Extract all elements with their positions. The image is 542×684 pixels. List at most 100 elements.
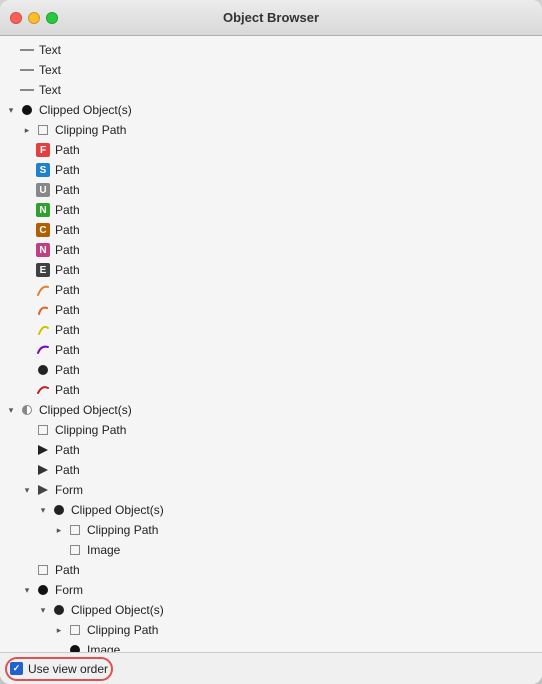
list-item[interactable]: Path	[0, 560, 542, 580]
list-item[interactable]: Image	[0, 640, 542, 652]
item-icon	[66, 641, 84, 652]
item-icon: U	[34, 181, 52, 199]
minimize-button[interactable]	[28, 12, 40, 24]
list-item[interactable]: Clipped Object(s)	[0, 100, 542, 120]
item-label: Form	[55, 483, 83, 497]
item-label: Path	[55, 203, 80, 217]
item-label: Path	[55, 183, 80, 197]
list-item[interactable]: Path	[0, 440, 542, 460]
item-icon	[34, 481, 52, 499]
list-item[interactable]: Clipped Object(s)	[0, 400, 542, 420]
list-item[interactable]: Path	[0, 460, 542, 480]
item-label: Clipped Object(s)	[39, 103, 132, 117]
item-icon	[18, 101, 36, 119]
item-icon	[34, 321, 52, 339]
list-item[interactable]: Clipped Object(s)	[0, 500, 542, 520]
list-item[interactable]: Form	[0, 580, 542, 600]
list-item[interactable]: Image	[0, 540, 542, 560]
item-label: Path	[55, 463, 80, 477]
item-label: Clipped Object(s)	[39, 403, 132, 417]
item-icon	[34, 341, 52, 359]
list-item[interactable]: N Path	[0, 200, 542, 220]
item-icon	[34, 121, 52, 139]
item-label: Path	[55, 263, 80, 277]
item-icon	[18, 81, 36, 99]
item-label: Text	[39, 63, 61, 77]
item-label: Path	[55, 383, 80, 397]
item-icon	[66, 621, 84, 639]
list-item[interactable]: N Path	[0, 240, 542, 260]
item-label: Image	[87, 643, 120, 652]
toggle-icon[interactable]	[20, 583, 34, 597]
item-icon: E	[34, 261, 52, 279]
list-item[interactable]: E Path	[0, 260, 542, 280]
toggle-icon[interactable]	[36, 603, 50, 617]
item-icon	[66, 521, 84, 539]
item-label: Path	[55, 563, 80, 577]
item-label: Text	[39, 83, 61, 97]
item-icon	[34, 441, 52, 459]
titlebar: Object Browser	[0, 0, 542, 36]
list-item[interactable]: Clipping Path	[0, 620, 542, 640]
close-button[interactable]	[10, 12, 22, 24]
item-icon	[18, 401, 36, 419]
list-item[interactable]: Text	[0, 80, 542, 100]
list-item[interactable]: Clipping Path	[0, 520, 542, 540]
toggle-icon[interactable]	[4, 103, 18, 117]
list-item[interactable]: Form	[0, 480, 542, 500]
list-item[interactable]: Clipped Object(s)	[0, 600, 542, 620]
toggle-icon[interactable]	[52, 523, 66, 537]
item-label: Form	[55, 583, 83, 597]
item-icon	[50, 601, 68, 619]
item-label: Clipping Path	[87, 523, 158, 537]
item-label: Path	[55, 443, 80, 457]
item-icon	[34, 561, 52, 579]
item-label: Clipping Path	[55, 423, 126, 437]
list-item[interactable]: Path	[0, 360, 542, 380]
list-item[interactable]: Clipping Path	[0, 120, 542, 140]
toggle-icon[interactable]	[52, 623, 66, 637]
item-label: Text	[39, 43, 61, 57]
toggle-icon[interactable]	[36, 503, 50, 517]
list-item[interactable]: Path	[0, 380, 542, 400]
list-item[interactable]: Path	[0, 320, 542, 340]
maximize-button[interactable]	[46, 12, 58, 24]
use-view-order-checkbox[interactable]	[10, 662, 23, 675]
list-item[interactable]: Path	[0, 300, 542, 320]
use-view-order-checkbox-wrap[interactable]: Use view order	[10, 662, 108, 676]
window-title: Object Browser	[223, 10, 319, 25]
object-browser-window: Object Browser Text Text Text	[0, 0, 542, 684]
item-icon: N	[34, 241, 52, 259]
item-label: Path	[55, 243, 80, 257]
toggle-icon[interactable]	[20, 483, 34, 497]
list-item[interactable]: S Path	[0, 160, 542, 180]
list-item[interactable]: Text	[0, 40, 542, 60]
item-label: Clipped Object(s)	[71, 603, 164, 617]
item-label: Clipping Path	[87, 623, 158, 637]
item-label: Path	[55, 143, 80, 157]
list-item[interactable]: F Path	[0, 140, 542, 160]
item-icon	[34, 301, 52, 319]
item-icon	[34, 421, 52, 439]
list-item[interactable]: Path	[0, 280, 542, 300]
list-item[interactable]: Path	[0, 340, 542, 360]
content-area: Text Text Text Clipped Object(s)	[0, 36, 542, 684]
item-label: Path	[55, 223, 80, 237]
item-label: Path	[55, 323, 80, 337]
item-icon	[34, 281, 52, 299]
traffic-lights	[10, 12, 58, 24]
item-icon: N	[34, 201, 52, 219]
tree-scroll[interactable]: Text Text Text Clipped Object(s)	[0, 36, 542, 652]
toggle-icon[interactable]	[20, 123, 34, 137]
use-view-order-label: Use view order	[28, 662, 108, 676]
list-item[interactable]: Text	[0, 60, 542, 80]
item-label: Clipping Path	[55, 123, 126, 137]
item-icon	[34, 381, 52, 399]
list-item[interactable]: C Path	[0, 220, 542, 240]
item-icon	[66, 541, 84, 559]
item-icon	[34, 361, 52, 379]
toggle-icon[interactable]	[4, 403, 18, 417]
list-item[interactable]: Clipping Path	[0, 420, 542, 440]
item-label: Path	[55, 363, 80, 377]
list-item[interactable]: U Path	[0, 180, 542, 200]
